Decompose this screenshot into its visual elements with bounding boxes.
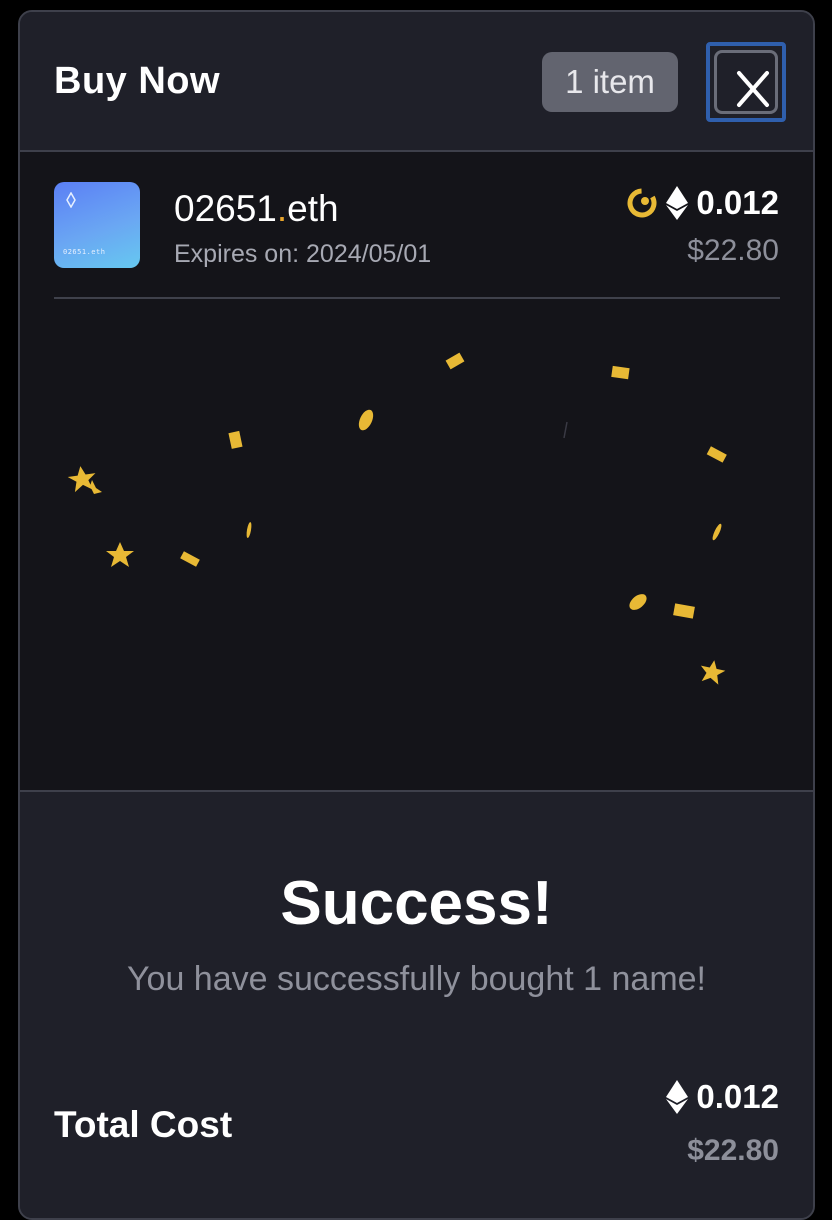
close-button[interactable] (706, 42, 786, 122)
total-cost-usd: $22.80 (687, 1134, 779, 1167)
modal-header: Buy Now 1 item (20, 12, 813, 152)
confetti-streak (563, 421, 568, 439)
confetti-piece (180, 551, 200, 567)
confetti-animation (67, 352, 727, 685)
modal-title: Buy Now (54, 60, 221, 102)
confetti-piece (611, 365, 630, 380)
confetti-star (106, 542, 134, 567)
confetti-piece (706, 446, 727, 463)
confetti-star (90, 480, 102, 494)
confetti-piece (358, 409, 374, 431)
success-message: You have successfully bought 1 name! (126, 960, 706, 998)
item-count-badge: 1 item (542, 52, 678, 112)
success-title: Success! (280, 869, 553, 938)
total-cost-label: Total Cost (54, 1104, 233, 1145)
success-panel: Success! You have successfully bought 1 … (20, 790, 813, 1218)
buy-now-modal: Buy Now 1 item 02651.eth 02651.eth Expir… (18, 10, 815, 1220)
purchase-item-panel: 02651.eth 02651.eth Expires on: 2024/05/… (20, 152, 813, 790)
confetti-piece (629, 594, 647, 610)
total-cost-eth-row: 0.012 (666, 1078, 779, 1116)
close-icon (737, 71, 769, 107)
confetti-piece (712, 523, 722, 541)
confetti-piece (228, 430, 243, 449)
confetti-piece (673, 603, 695, 619)
ethereum-icon (666, 1080, 689, 1114)
confetti-piece (445, 352, 465, 370)
close-button-frame (714, 50, 778, 114)
total-cost-eth: 0.012 (696, 1078, 779, 1115)
confetti-piece (246, 522, 252, 538)
confetti-star (700, 660, 726, 685)
